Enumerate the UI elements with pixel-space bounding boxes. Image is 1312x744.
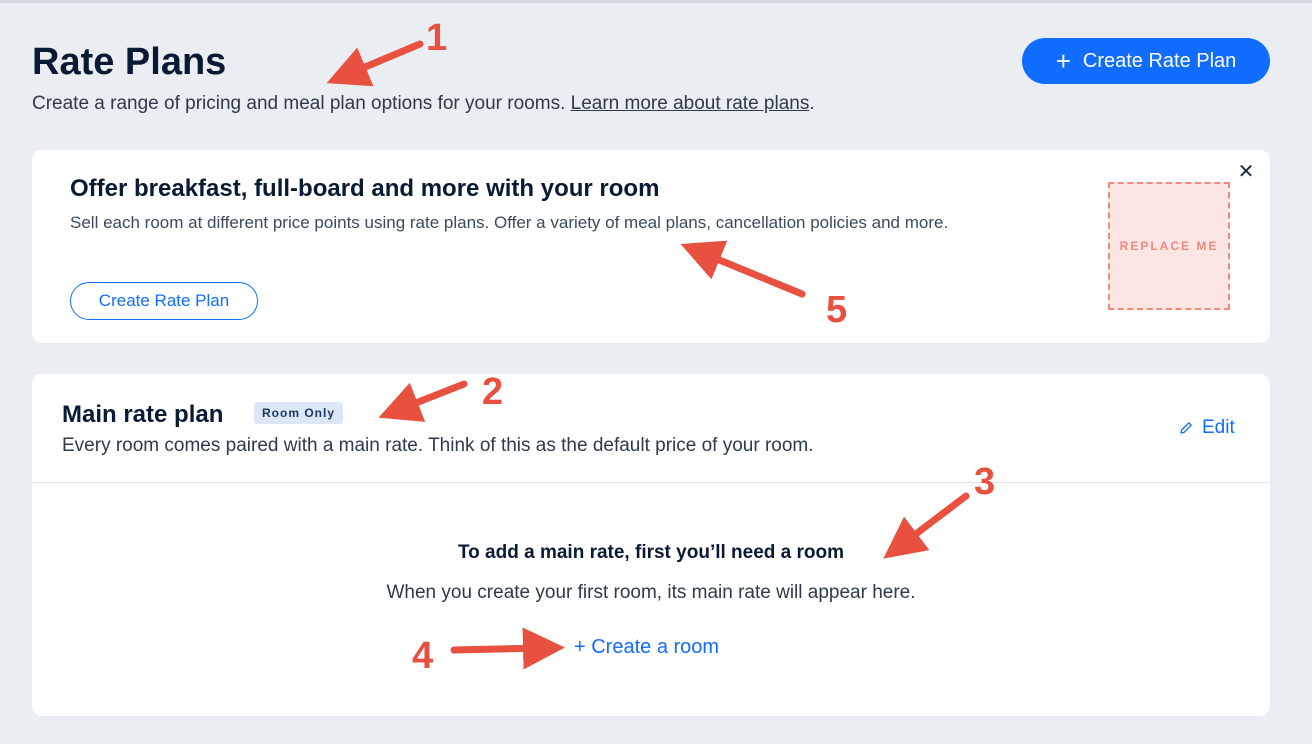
- promo-create-rate-plan-button[interactable]: Create Rate Plan: [70, 282, 258, 320]
- promo-text: Sell each room at different price points…: [70, 213, 949, 232]
- card-divider: [32, 482, 1270, 483]
- edit-button[interactable]: Edit: [1178, 417, 1235, 439]
- pencil-icon: [1180, 422, 1192, 434]
- close-icon[interactable]: ✕: [1236, 162, 1256, 182]
- page-subtitle-end: .: [809, 93, 815, 114]
- room-only-badge: Room Only: [254, 402, 344, 424]
- empty-state-title: To add a main rate, first you’ll need a …: [457, 542, 845, 563]
- main-rate-description: Every room comes paired with a main rate…: [62, 435, 814, 456]
- page-title: Rate Plans: [32, 41, 227, 83]
- promo-title: Offer breakfast, full-board and more wit…: [70, 175, 660, 202]
- annotation-number-4: 4: [412, 635, 434, 677]
- promo-card: Offer breakfast, full-board and more wit…: [32, 150, 1270, 343]
- annotation-number-1: 1: [426, 17, 448, 59]
- top-divider: [0, 0, 1312, 3]
- create-room-link[interactable]: + Create a room: [574, 636, 719, 659]
- create-rate-plan-label: Create Rate Plan: [1082, 49, 1237, 72]
- annotation-number-2: 2: [482, 371, 504, 413]
- annotation-number-3: 3: [974, 461, 996, 503]
- plus-icon: +: [1055, 46, 1071, 76]
- edit-label: Edit: [1202, 417, 1235, 438]
- annotation-number-5: 5: [826, 289, 848, 331]
- image-placeholder: REPLACE ME: [1108, 182, 1230, 310]
- empty-state-text: When you create your first room, its mai…: [386, 582, 916, 603]
- annotation-arrow-1: [326, 40, 424, 87]
- learn-more-link[interactable]: Learn more about rate plans: [571, 93, 810, 114]
- main-rate-title: Main rate plan: [62, 401, 224, 428]
- create-rate-plan-button[interactable]: + Create Rate Plan: [1022, 38, 1270, 84]
- page-subtitle: Create a range of pricing and meal plan …: [32, 92, 815, 116]
- page-subtitle-text: Create a range of pricing and meal plan …: [32, 93, 571, 114]
- main-rate-card: Main rate plan Room Only Every room come…: [32, 374, 1270, 716]
